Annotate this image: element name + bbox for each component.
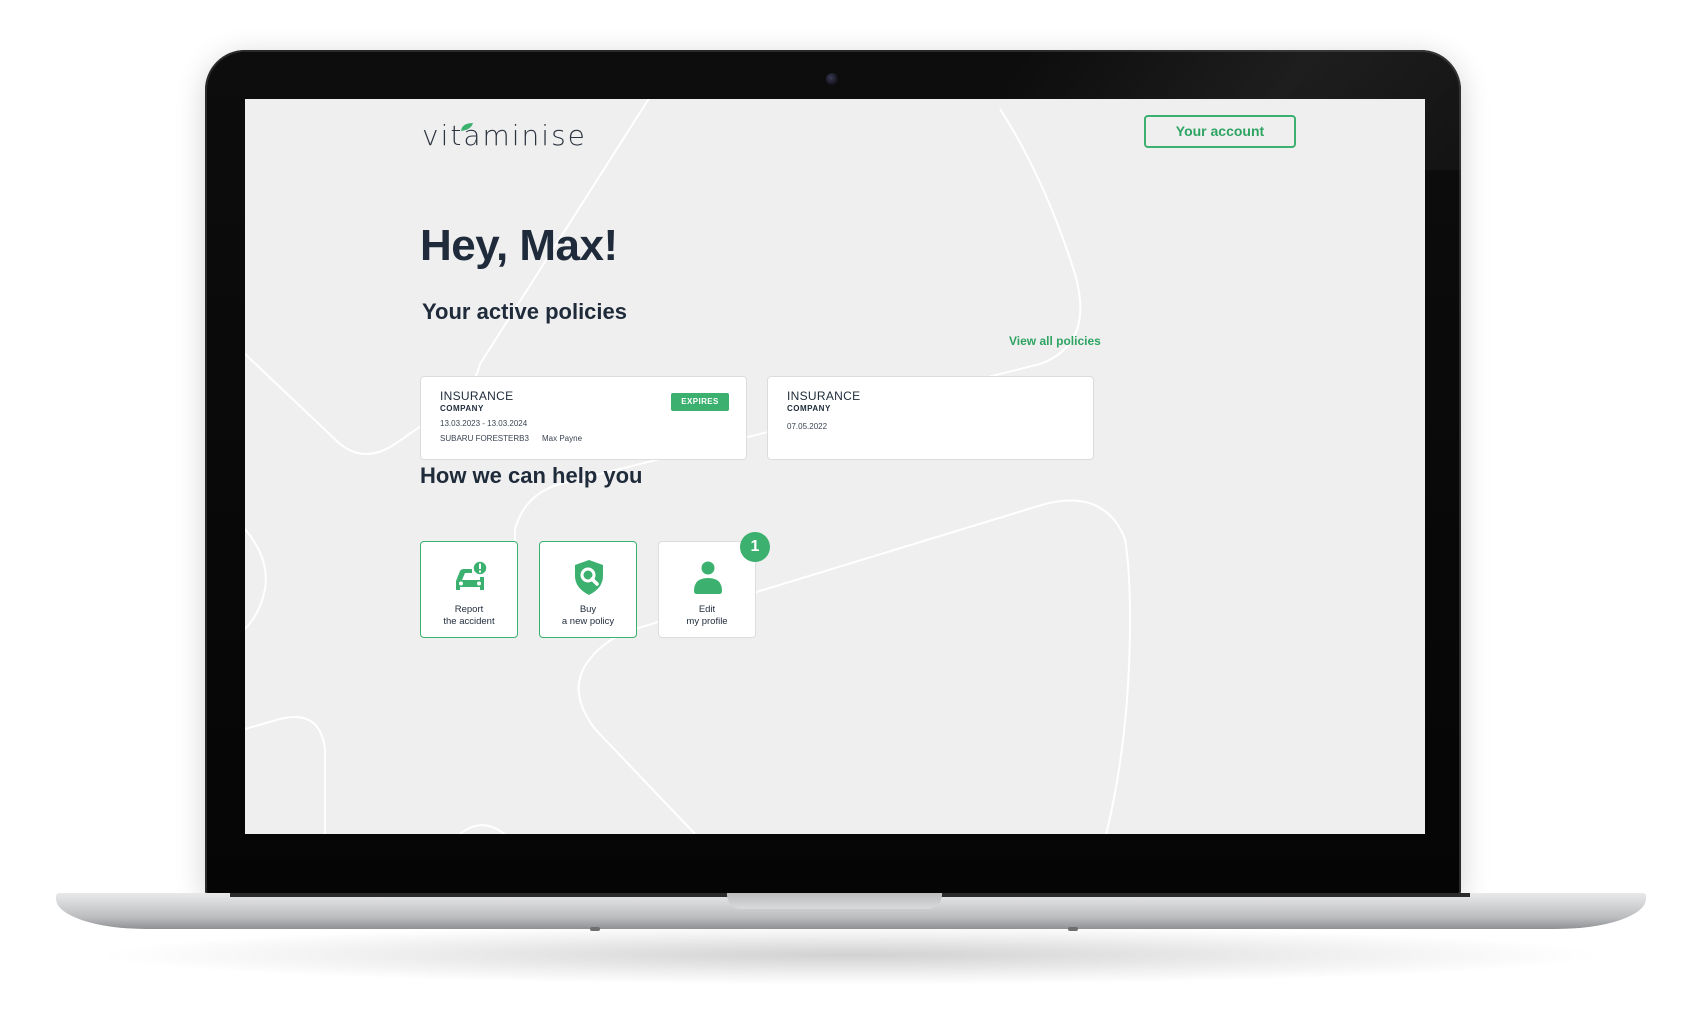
buy-policy-card[interactable]: Buy a new policy <box>539 541 637 638</box>
policy-card[interactable]: INSURANCE COMPANY 13.03.2023 - 13.03.202… <box>420 376 747 460</box>
policy-insurer-subtitle: COMPANY <box>787 404 831 413</box>
policy-insurer-title: INSURANCE <box>440 389 514 403</box>
shield-search-icon <box>575 560 603 595</box>
edit-profile-card[interactable]: Edit my profile <box>658 541 756 638</box>
laptop-shadow <box>90 925 1610 985</box>
your-account-button[interactable]: Your account <box>1144 115 1296 148</box>
policy-holder: Max Payne <box>542 434 583 443</box>
policy-dates: 13.03.2023 - 13.03.2024 <box>440 419 528 428</box>
help-label-line2: a new policy <box>561 616 615 627</box>
expires-badge: EXPIRES <box>671 393 729 411</box>
app-screen: vitaminise Your account Hey, Max! Your a… <box>245 99 1425 834</box>
laptop-foot <box>590 927 600 931</box>
notification-badge: 1 <box>740 532 770 562</box>
policy-insurer-subtitle: COMPANY <box>440 404 484 413</box>
policy-card[interactable]: INSURANCE COMPANY 07.05.2022 <box>767 376 1094 460</box>
brand-logo[interactable]: vitaminise <box>422 119 587 152</box>
policy-dates: 07.05.2022 <box>787 422 828 431</box>
help-label-line1: Buy <box>579 604 597 615</box>
help-label-line2: my profile <box>686 616 728 627</box>
user-icon <box>694 561 722 594</box>
laptop-notch <box>727 893 942 909</box>
help-section-title: How we can help you <box>420 463 643 488</box>
help-label-line1: Edit <box>698 604 716 615</box>
help-label-line2: the accident <box>443 616 495 627</box>
help-label-line1: Report <box>454 604 484 615</box>
policy-insurer-title: INSURANCE <box>787 389 861 403</box>
page-greeting: Hey, Max! <box>420 221 618 270</box>
active-policies-title: Your active policies <box>422 299 628 324</box>
policy-vehicle: SUBARU FORESTERB3 <box>440 434 529 443</box>
webcam <box>826 73 838 85</box>
car-alert-icon <box>456 560 488 590</box>
logo-leaf-icon <box>461 123 473 131</box>
report-accident-card[interactable]: Report the accident <box>420 541 518 638</box>
laptop-foot <box>1068 927 1078 931</box>
view-all-policies-link[interactable]: View all policies <box>1009 334 1101 348</box>
